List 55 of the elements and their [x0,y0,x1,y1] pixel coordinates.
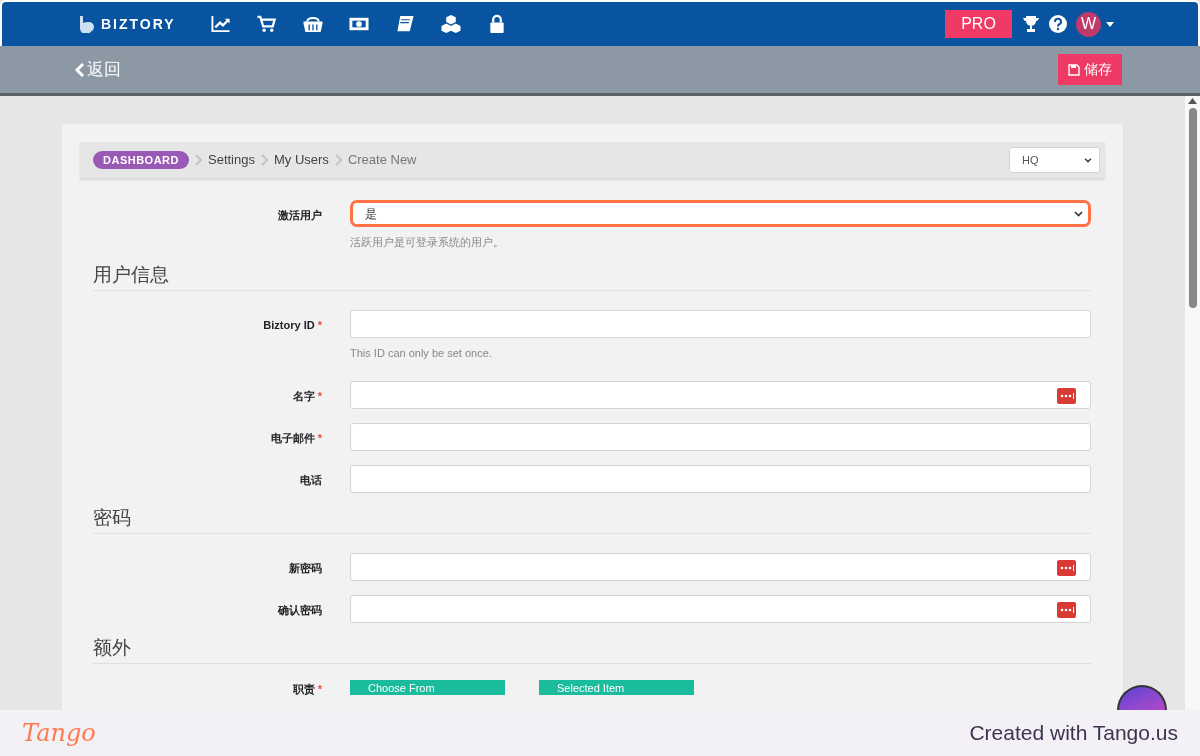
password-manager-icon[interactable] [1057,602,1076,618]
caret-icon[interactable] [1106,21,1114,27]
trophy-icon[interactable] [1022,15,1040,33]
logo-icon [77,15,97,33]
pro-button[interactable]: PRO [945,10,1012,38]
help-text: 活跃用户是可登录系统的用户。 [350,235,505,249]
cubes-icon[interactable] [439,14,462,34]
breadcrumb-link[interactable]: Settings [208,150,255,170]
breadcrumb-link[interactable]: My Users [274,150,329,170]
cart-icon[interactable] [255,14,278,34]
user-avatar[interactable]: W [1076,11,1101,37]
section-heading: 密码 [93,507,131,528]
field-label: 激活用户 [278,209,322,221]
password-manager-icon[interactable] [1057,388,1076,404]
basket-icon[interactable] [301,14,324,34]
field-label: 职责 * [292,683,322,695]
branch-select[interactable]: HQ [1009,147,1100,173]
password-manager-icon[interactable] [1057,560,1076,576]
credit-text: Created with Tango.us [969,720,1178,747]
chevron-right-icon [195,154,202,166]
brand-name[interactable]: BIZTORY [101,13,176,35]
scroll-thumb[interactable] [1188,108,1197,308]
chevron-left-icon [75,62,85,77]
text-field[interactable] [350,553,1091,581]
text-field[interactable] [350,595,1091,623]
field-label: 名字 * [292,390,322,402]
help-button[interactable] [1117,685,1167,710]
scrollbar[interactable] [1185,96,1200,710]
scroll-up-icon[interactable] [1188,98,1197,104]
save-button[interactable]: 储存 [1058,54,1122,85]
chevron-right-icon [334,154,342,166]
chart-icon[interactable] [209,14,232,34]
chevron-right-icon [261,154,268,166]
text-field[interactable] [350,465,1091,493]
list-panel-header: Selected Item [539,680,694,695]
tango-logo: Tango [22,718,96,749]
field-label: Biztory ID * [263,319,322,331]
field-label: 新密码 [289,562,322,574]
text-field[interactable] [350,381,1091,409]
help-icon[interactable] [1049,15,1067,33]
field-label: 电话 [300,474,322,486]
dashboard-badge[interactable]: DASHBOARD [93,151,189,169]
text-field[interactable] [350,310,1091,338]
section-heading: 用户信息 [93,264,169,285]
text-field[interactable] [350,423,1091,451]
list-panel-header: Choose From [350,680,505,695]
help-text: This ID can only be set once. [350,346,493,360]
back-link[interactable]: 返回 [75,56,121,83]
breadcrumb-link[interactable]: Create New [347,150,417,170]
section-heading: 额外 [93,637,131,658]
chevron-down-icon [1084,158,1092,163]
field-label: 确认密码 [278,604,322,616]
chevron-down-icon [1074,211,1083,217]
select-field[interactable]: 是 [350,200,1091,227]
field-label: 电子邮件 * [270,432,322,444]
